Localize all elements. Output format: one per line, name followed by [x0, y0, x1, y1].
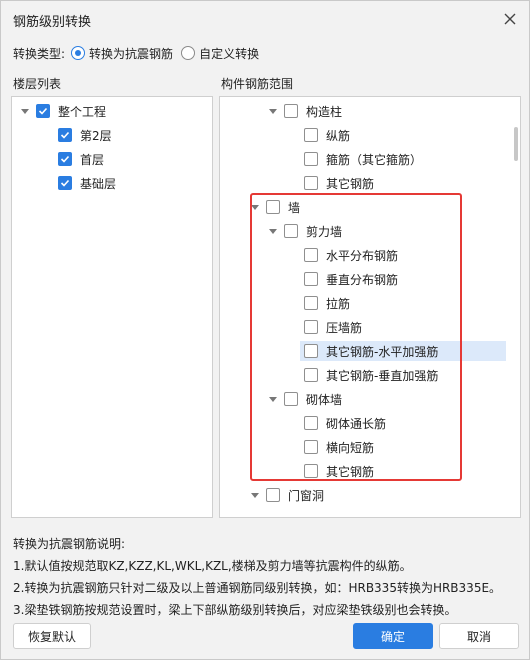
expand-arrow-icon[interactable]	[268, 106, 278, 116]
tree-node-label: 压墙筋	[326, 320, 363, 335]
tree-node-constructional-column[interactable]: 构造柱	[268, 101, 342, 121]
tree-node-label: 拉筋	[326, 296, 351, 311]
tree-node-other-bar[interactable]: 其它钢筋	[304, 173, 374, 193]
tree-node-masonry-through-bar[interactable]: 砌体通长筋	[304, 413, 386, 433]
floor-list-title: 楼层列表	[13, 77, 62, 91]
tree-node-label: 水平分布钢筋	[326, 248, 399, 263]
tree-node-label: 箍筋（其它箍筋）	[326, 152, 423, 167]
note-line: 3.梁垫铁钢筋按规范设置时，梁上下部纵筋级别转换后，对应梁垫铁级别也会转换。	[13, 603, 457, 617]
tree-node-shear-wall[interactable]: 剪力墙	[268, 221, 342, 241]
tree-node-wall-pressing-bar[interactable]: 压墙筋	[304, 317, 362, 337]
tree-node-wall[interactable]: 墙	[250, 197, 300, 217]
component-range-title: 构件钢筋范围	[221, 77, 294, 91]
tree-node-label: 构造柱	[306, 104, 343, 119]
confirm-button[interactable]: 确定	[353, 623, 433, 649]
conversion-type-label: 转换类型:	[13, 46, 66, 61]
tree-node-label: 其它钢筋-水平加强筋	[326, 344, 439, 359]
component-range-panel: 构造柱 纵筋 箍筋（其它箍筋） 其它钢筋 墙 剪力墙 水平分布钢筋 垂直分布钢筋…	[219, 96, 521, 518]
checkbox-icon[interactable]	[304, 152, 318, 166]
radio-seismic-label[interactable]: 转换为抗震钢筋	[89, 45, 173, 62]
tree-node-door-window-opening[interactable]: 门窗洞	[250, 485, 324, 505]
steel-grade-conversion-dialog: 钢筋级别转换 转换类型: 转换为抗震钢筋 自定义转换 楼层列表 构件钢筋范围 整…	[0, 0, 530, 660]
tree-node-vertical-bar[interactable]: 垂直分布钢筋	[304, 269, 398, 289]
floor-node-first[interactable]: 首层	[58, 149, 104, 169]
floor-label: 基础层	[80, 176, 117, 191]
conversion-type-row: 转换类型: 转换为抗震钢筋 自定义转换	[13, 45, 267, 61]
tree-node-label: 垂直分布钢筋	[326, 272, 399, 287]
dialog-title: 钢筋级别转换	[13, 15, 92, 30]
close-icon[interactable]	[501, 10, 519, 28]
tree-node-horizontal-bar[interactable]: 水平分布钢筋	[304, 245, 398, 265]
checkbox-icon[interactable]	[304, 128, 318, 142]
tree-node-label: 砌体通长筋	[326, 416, 387, 431]
floor-label: 首层	[80, 152, 105, 167]
floor-list-panel: 整个工程 第2层 首层 基础层	[11, 96, 213, 518]
floor-node-foundation[interactable]: 基础层	[58, 173, 116, 193]
checkbox-icon[interactable]	[304, 464, 318, 478]
checkbox-icon[interactable]	[304, 368, 318, 382]
note-line: 1.默认值按规范取KZ,KZZ,KL,WKL,KZL,楼梯及剪力墙等抗震构件的纵…	[13, 559, 412, 573]
checkbox-icon[interactable]	[304, 416, 318, 430]
notes-section: 转换为抗震钢筋说明: 1.默认值按规范取KZ,KZZ,KL,WKL,KZL,楼梯…	[13, 533, 523, 621]
tree-node-other-bar-masonry[interactable]: 其它钢筋	[304, 461, 374, 481]
checkbox-checked-icon[interactable]	[58, 152, 72, 166]
floor-label: 第2层	[80, 128, 112, 143]
checkbox-icon[interactable]	[266, 200, 280, 214]
floor-node-2[interactable]: 第2层	[58, 125, 112, 145]
tree-node-transverse-short-bar[interactable]: 横向短筋	[304, 437, 374, 457]
radio-custom-label[interactable]: 自定义转换	[199, 45, 259, 62]
checkbox-icon[interactable]	[304, 272, 318, 286]
expand-arrow-icon[interactable]	[268, 226, 278, 236]
vertical-scrollbar[interactable]	[514, 127, 518, 161]
notes-title: 转换为抗震钢筋说明:	[13, 537, 126, 551]
tree-node-label: 纵筋	[326, 128, 351, 143]
floor-node-project[interactable]: 整个工程	[20, 101, 106, 121]
tree-node-horizontal-reinforcement[interactable]: 其它钢筋-水平加强筋	[300, 341, 506, 361]
checkbox-icon[interactable]	[304, 248, 318, 262]
tree-node-label: 墙	[288, 200, 301, 215]
tree-node-label: 横向短筋	[326, 440, 375, 455]
tree-node-masonry-wall[interactable]: 砌体墙	[268, 389, 342, 409]
checkbox-icon[interactable]	[284, 104, 298, 118]
tree-node-stirrup[interactable]: 箍筋（其它箍筋）	[304, 149, 422, 169]
checkbox-icon[interactable]	[304, 296, 318, 310]
tree-node-label: 砌体墙	[306, 392, 343, 407]
note-line: 2.转换为抗震钢筋只针对二级及以上普通钢筋同级别转换，如：HRB335转换为HR…	[13, 581, 502, 595]
checkbox-checked-icon[interactable]	[58, 128, 72, 142]
tree-node-label: 其它钢筋	[326, 176, 375, 191]
tree-node-label: 其它钢筋-垂直加强筋	[326, 368, 439, 383]
checkbox-icon[interactable]	[304, 344, 318, 358]
tree-node-vertical-reinforcement[interactable]: 其它钢筋-垂直加强筋	[304, 365, 438, 385]
checkbox-checked-icon[interactable]	[36, 104, 50, 118]
tree-node-label: 剪力墙	[306, 224, 343, 239]
tree-node-label: 其它钢筋	[326, 464, 375, 479]
restore-default-button[interactable]: 恢复默认	[13, 623, 91, 649]
tree-node-longitudinal-bar[interactable]: 纵筋	[304, 125, 350, 145]
checkbox-icon[interactable]	[284, 224, 298, 238]
floor-label: 整个工程	[58, 104, 107, 119]
checkbox-icon[interactable]	[284, 392, 298, 406]
checkbox-checked-icon[interactable]	[58, 176, 72, 190]
expand-arrow-icon[interactable]	[250, 490, 260, 500]
expand-arrow-icon[interactable]	[250, 202, 260, 212]
tree-node-tie-bar[interactable]: 拉筋	[304, 293, 350, 313]
checkbox-icon[interactable]	[266, 488, 280, 502]
cancel-button[interactable]: 取消	[439, 623, 519, 649]
expand-arrow-icon[interactable]	[20, 106, 30, 116]
checkbox-icon[interactable]	[304, 440, 318, 454]
expand-arrow-icon[interactable]	[268, 394, 278, 404]
checkbox-icon[interactable]	[304, 320, 318, 334]
radio-seismic[interactable]	[71, 46, 86, 60]
title-bar: 钢筋级别转换	[1, 1, 529, 37]
tree-node-label: 门窗洞	[288, 488, 325, 503]
checkbox-icon[interactable]	[304, 176, 318, 190]
radio-custom[interactable]	[181, 46, 196, 60]
